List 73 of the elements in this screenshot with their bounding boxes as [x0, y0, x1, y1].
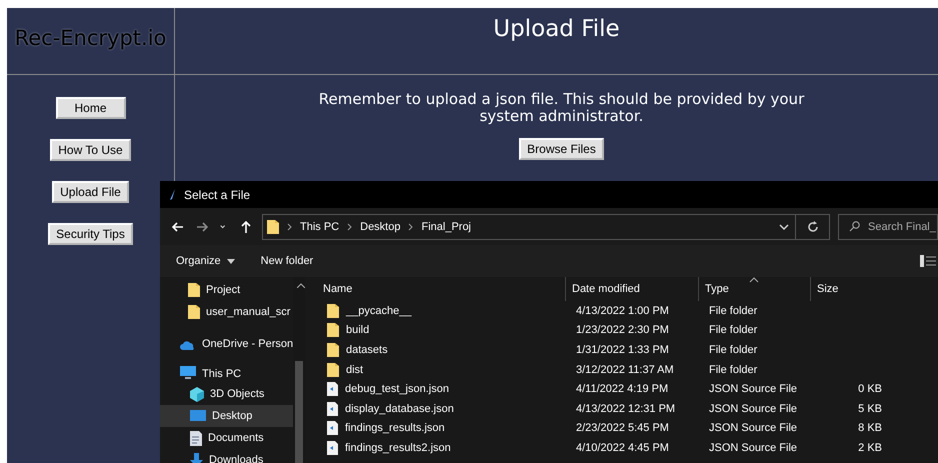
nav-item[interactable]: user_manual_scr [160, 301, 294, 323]
file-row[interactable]: display_database.json 4/13/2022 12:31 PM JSON Source File 5 KB [305, 398, 938, 419]
file-name: debug_test_json.json [345, 383, 449, 396]
breadcrumb-item[interactable]: Desktop [360, 220, 400, 232]
file-size: 0 KB [857, 383, 883, 396]
column-header[interactable]: Type [698, 277, 810, 301]
file-date: 4/11/2022 4:19 PM [575, 383, 670, 396]
file-type: JSON Source File [708, 442, 798, 454]
column-header[interactable]: Name [323, 277, 565, 301]
file-date: 4/13/2022 12:31 PM [575, 402, 676, 415]
nav-label: OneDrive - Person [202, 338, 294, 350]
nav-item[interactable]: OneDrive - Person [160, 323, 294, 353]
nav-item[interactable]: This PC [160, 353, 294, 383]
nav-item[interactable]: Project [160, 279, 294, 301]
file-date: 2/23/2022 5:45 PM [575, 422, 670, 434]
file-type: File folder [708, 344, 758, 356]
nav-item[interactable]: Documents [160, 427, 294, 449]
file-row[interactable]: findings_results.json 2/23/2022 5:45 PM JSON Source File 8 KB [305, 418, 938, 438]
nav-label: Desktop [212, 410, 252, 422]
column-header[interactable]: Date modified [565, 277, 698, 301]
file-name: dist [346, 364, 364, 376]
dialog-title: Select a File [184, 188, 250, 202]
browse-button[interactable]: Browse Files [519, 138, 604, 160]
file-type: JSON Source File [708, 383, 798, 396]
file-date: 3/12/2022 11:37 AM [575, 364, 675, 376]
app-logo: Rec-Encrypt.io [14, 26, 166, 50]
file-row[interactable]: datasets 1/31/2022 1:33 PM File folder [305, 340, 938, 360]
file-date: 4/10/2022 4:45 PM [575, 442, 670, 454]
file-name: build [346, 324, 370, 336]
file-name: findings_results.json [345, 422, 445, 434]
file-type: JSON Source File [708, 422, 798, 434]
breadcrumb-item[interactable]: This PC [300, 220, 340, 232]
column-header[interactable]: Size [810, 277, 884, 301]
file-date: 1/23/2022 2:30 PM [575, 324, 670, 336]
nav-label: user_manual_scr [206, 306, 290, 318]
file-name: findings_results2.json [345, 442, 451, 454]
file-name: datasets [346, 344, 388, 356]
nav-label: This PC [202, 368, 242, 380]
file-type: File folder [708, 324, 758, 336]
file-row[interactable]: findings_results2.json 4/10/2022 4:45 PM JSON Source File 2 KB [305, 438, 938, 458]
file-name: __pycache__ [346, 304, 412, 317]
file-type: File folder [708, 364, 758, 376]
page-title: Upload File [493, 16, 620, 42]
file-row[interactable]: dist 3/12/2022 11:37 AM File folder [305, 360, 938, 380]
nav-label: 3D Objects [210, 388, 264, 400]
file-size: 8 KB [857, 422, 883, 434]
file-row[interactable]: build 1/23/2022 2:30 PM File folder [305, 320, 938, 340]
file-date: 1/31/2022 1:33 PM [575, 344, 670, 356]
nav-label: Project [206, 284, 240, 296]
nav-label: Downloads [209, 454, 264, 463]
file-row[interactable]: debug_test_json.json 4/11/2022 4:19 PM JSON Source File 0 KB [305, 379, 938, 399]
search-field[interactable]: Search Final_ [838, 214, 938, 240]
nav-item[interactable]: Desktop [160, 405, 294, 427]
nav-item[interactable]: Downloads [160, 449, 294, 463]
nav-button[interactable]: How To Use [50, 139, 131, 161]
file-date: 4/13/2022 1:00 PM [575, 304, 670, 317]
instruction-text: Remember to upload a json file. This should be provided by your system administrator. [318, 91, 806, 125]
nav-button[interactable]: Security Tips [48, 223, 133, 245]
file-name: display_database.json [345, 402, 454, 415]
search-placeholder: Search Final_ [868, 220, 936, 232]
breadcrumb-item[interactable]: Final_Proj [421, 220, 472, 232]
file-size: 2 KB [857, 442, 883, 454]
address-bar[interactable]: This PC Desktop Final_Proj [262, 214, 796, 240]
nav-button[interactable]: Home [56, 97, 126, 119]
file-type: File folder [708, 304, 758, 317]
file-size: 5 KB [857, 402, 883, 415]
new-folder-button[interactable]: New folder [260, 255, 314, 267]
file-row[interactable]: __pycache__ 4/13/2022 1:00 PM File folder [305, 301, 938, 321]
nav-label: Documents [208, 432, 264, 444]
file-type: JSON Source File [708, 402, 798, 415]
nav-item[interactable]: 3D Objects [160, 383, 294, 405]
organize-button[interactable]: Organize [176, 255, 235, 267]
nav-button[interactable]: Upload File [52, 181, 129, 203]
